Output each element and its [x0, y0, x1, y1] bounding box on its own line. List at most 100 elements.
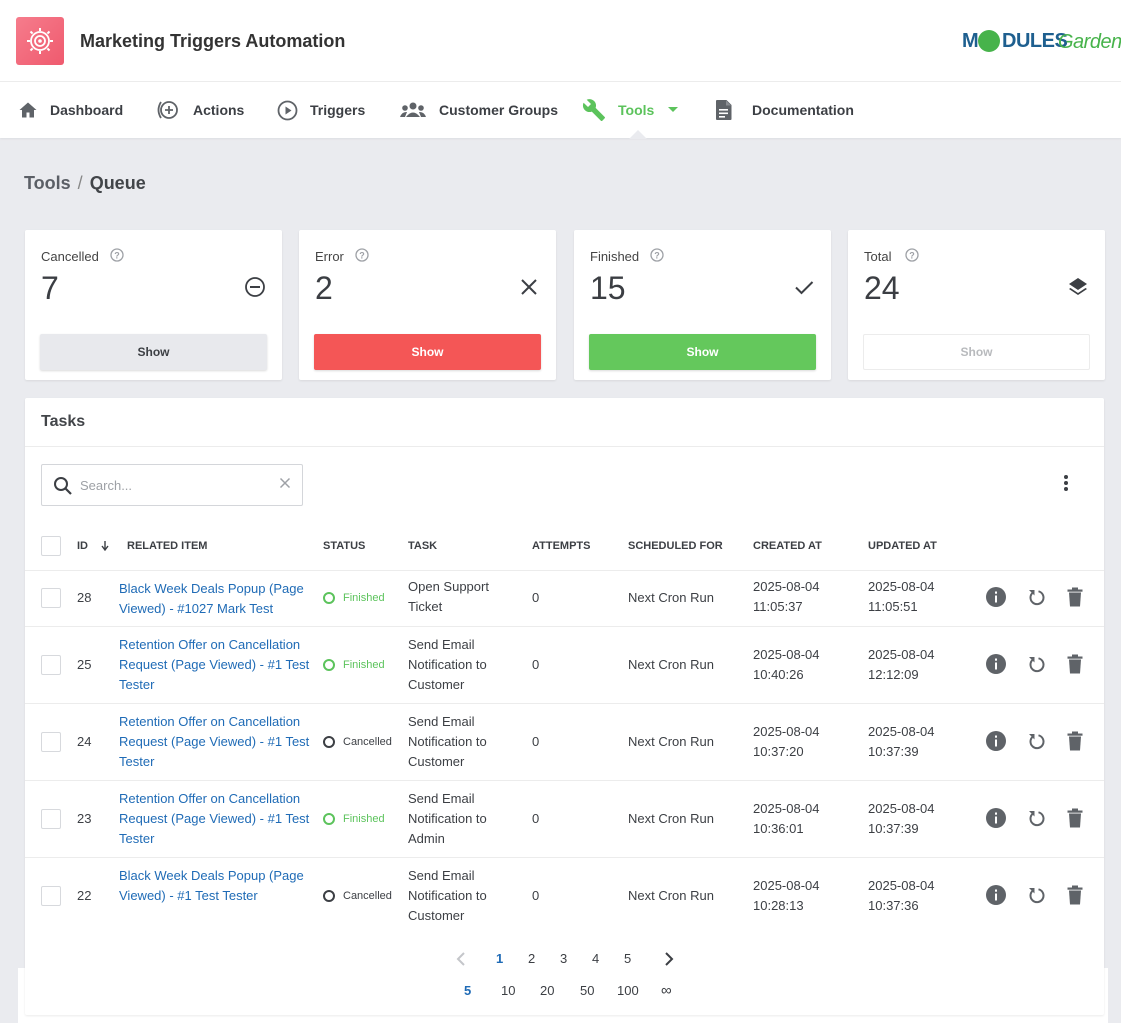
trash-icon[interactable] [1067, 654, 1083, 674]
column-header-attempts[interactable]: Attempts [532, 540, 590, 552]
cell-related-item[interactable]: Retention Offer on Cancellation Request (… [119, 635, 309, 695]
help-icon[interactable]: ? [110, 248, 124, 262]
column-header-scheduled-for[interactable]: Scheduled For [628, 540, 723, 552]
prev-page-icon[interactable] [456, 952, 466, 966]
page-size-50[interactable]: 50 [580, 983, 594, 998]
wrench-icon [582, 99, 605, 121]
trash-icon[interactable] [1067, 885, 1083, 905]
info-icon[interactable] [986, 654, 1006, 674]
cell-created-at: 2025-08-04 10:40:26 [753, 647, 820, 682]
trash-icon[interactable] [1067, 731, 1083, 751]
retry-icon[interactable] [1026, 731, 1046, 751]
next-page-icon[interactable] [664, 952, 674, 966]
show-cancelled-button[interactable]: Show [40, 334, 267, 370]
page-2[interactable]: 2 [528, 951, 535, 966]
cell-updated-at: 2025-08-04 10:37:39 [868, 724, 935, 759]
globe-icon [978, 30, 1000, 52]
group-icon [400, 102, 426, 117]
trash-icon[interactable] [1067, 808, 1083, 828]
select-all-checkbox[interactable] [41, 536, 61, 556]
close-icon [521, 279, 537, 295]
stat-card-error: Error ? 2 Show [299, 230, 556, 380]
page-size-10[interactable]: 10 [501, 983, 515, 998]
cell-related-item[interactable]: Retention Offer on Cancellation Request (… [119, 712, 309, 772]
page-size-20[interactable]: 20 [540, 983, 554, 998]
cell-id: 23 [77, 811, 92, 826]
page-size-5[interactable]: 5 [464, 983, 471, 998]
status-dot [323, 890, 335, 902]
nav-item-actions[interactable]: Actions [155, 82, 244, 138]
tasks-title: Tasks [41, 413, 86, 430]
stat-value: 7 [41, 270, 59, 306]
svg-text:?: ? [359, 250, 365, 260]
search-input[interactable] [80, 475, 270, 495]
column-header-related-item[interactable]: Related Item [127, 540, 207, 552]
help-icon[interactable]: ? [905, 248, 919, 262]
cell-task: Open Support Ticket [408, 579, 489, 614]
stat-card-total: Total ? 24 Show [848, 230, 1105, 380]
page-3[interactable]: 3 [560, 951, 567, 966]
search-icon [54, 477, 72, 495]
cell-attempts: 0 [532, 657, 540, 672]
tasks-panel: Tasks ID Related Item Status Task Attemp… [25, 398, 1104, 1015]
column-header-created-at[interactable]: Created At [753, 540, 822, 552]
cell-attempts: 0 [532, 811, 540, 826]
table-row[interactable]: 22 Black Week Deals Popup (Page Viewed) -… [25, 858, 1104, 935]
info-icon[interactable] [986, 587, 1006, 607]
cell-scheduled-for: Next Cron Run [628, 657, 714, 672]
table-row[interactable]: 24 Retention Offer on Cancellation Reques… [25, 704, 1104, 781]
column-header-id[interactable]: ID [77, 540, 109, 552]
cell-related-item[interactable]: Black Week Deals Popup (Page Viewed) - #1… [119, 579, 304, 619]
cell-id: 28 [77, 590, 92, 605]
row-checkbox[interactable] [41, 809, 61, 829]
page-1[interactable]: 1 [496, 951, 503, 966]
table-row[interactable]: 28 Black Week Deals Popup (Page Viewed) -… [25, 570, 1104, 627]
page-4[interactable]: 4 [592, 951, 599, 966]
cell-related-item[interactable]: Retention Offer on Cancellation Request (… [119, 789, 309, 849]
app-title: Marketing Triggers Automation [80, 31, 346, 51]
nav-item-dashboard[interactable]: Dashboard [18, 82, 123, 138]
info-icon[interactable] [986, 731, 1006, 751]
help-icon[interactable]: ? [355, 248, 369, 262]
page-size-100[interactable]: 100 [617, 983, 639, 998]
show-error-button[interactable]: Show [314, 334, 541, 370]
page-5[interactable]: 5 [624, 951, 631, 966]
sort-down-icon [101, 541, 109, 551]
more-options-icon[interactable] [1060, 474, 1072, 492]
table-row[interactable]: 23 Retention Offer on Cancellation Reques… [25, 781, 1104, 858]
retry-icon[interactable] [1026, 885, 1046, 905]
row-checkbox[interactable] [41, 886, 61, 906]
status-badge: Cancelled [323, 890, 392, 902]
clear-search-icon[interactable] [279, 477, 291, 489]
row-checkbox[interactable] [41, 732, 61, 752]
breadcrumb-separator: / [77, 173, 83, 193]
table-row[interactable]: 25 Retention Offer on Cancellation Reques… [25, 627, 1104, 704]
nav-item-customer-groups[interactable]: Customer Groups [399, 82, 558, 138]
column-header-status[interactable]: Status [323, 540, 365, 552]
nav-item-documentation[interactable]: Documentation [715, 82, 854, 138]
info-icon[interactable] [986, 885, 1006, 905]
cell-attempts: 0 [532, 734, 540, 749]
retry-icon[interactable] [1026, 654, 1046, 674]
row-checkbox[interactable] [41, 655, 61, 675]
nav-item-triggers[interactable]: Triggers [277, 82, 365, 138]
info-icon[interactable] [986, 808, 1006, 828]
cell-id: 22 [77, 888, 92, 903]
column-header-task[interactable]: Task [408, 540, 437, 552]
cell-related-item[interactable]: Black Week Deals Popup (Page Viewed) - #1… [119, 866, 304, 906]
trash-icon[interactable] [1067, 587, 1083, 607]
tasks-header: Tasks [25, 398, 1104, 447]
row-checkbox[interactable] [41, 588, 61, 608]
stat-value: 15 [590, 270, 626, 306]
column-header-updated-at[interactable]: Updated At [868, 540, 937, 552]
stat-value: 24 [864, 270, 900, 306]
status-dot [323, 592, 335, 604]
help-icon[interactable]: ? [650, 248, 664, 262]
breadcrumb-parent[interactable]: Tools [24, 173, 71, 193]
show-total-button[interactable]: Show [863, 334, 1090, 370]
modulesgarden-logo[interactable]: M DULES Garden [962, 30, 1121, 54]
show-finished-button[interactable]: Show [589, 334, 816, 370]
page-size-all[interactable]: ∞ [661, 982, 672, 999]
retry-icon[interactable] [1026, 587, 1046, 607]
retry-icon[interactable] [1026, 808, 1046, 828]
